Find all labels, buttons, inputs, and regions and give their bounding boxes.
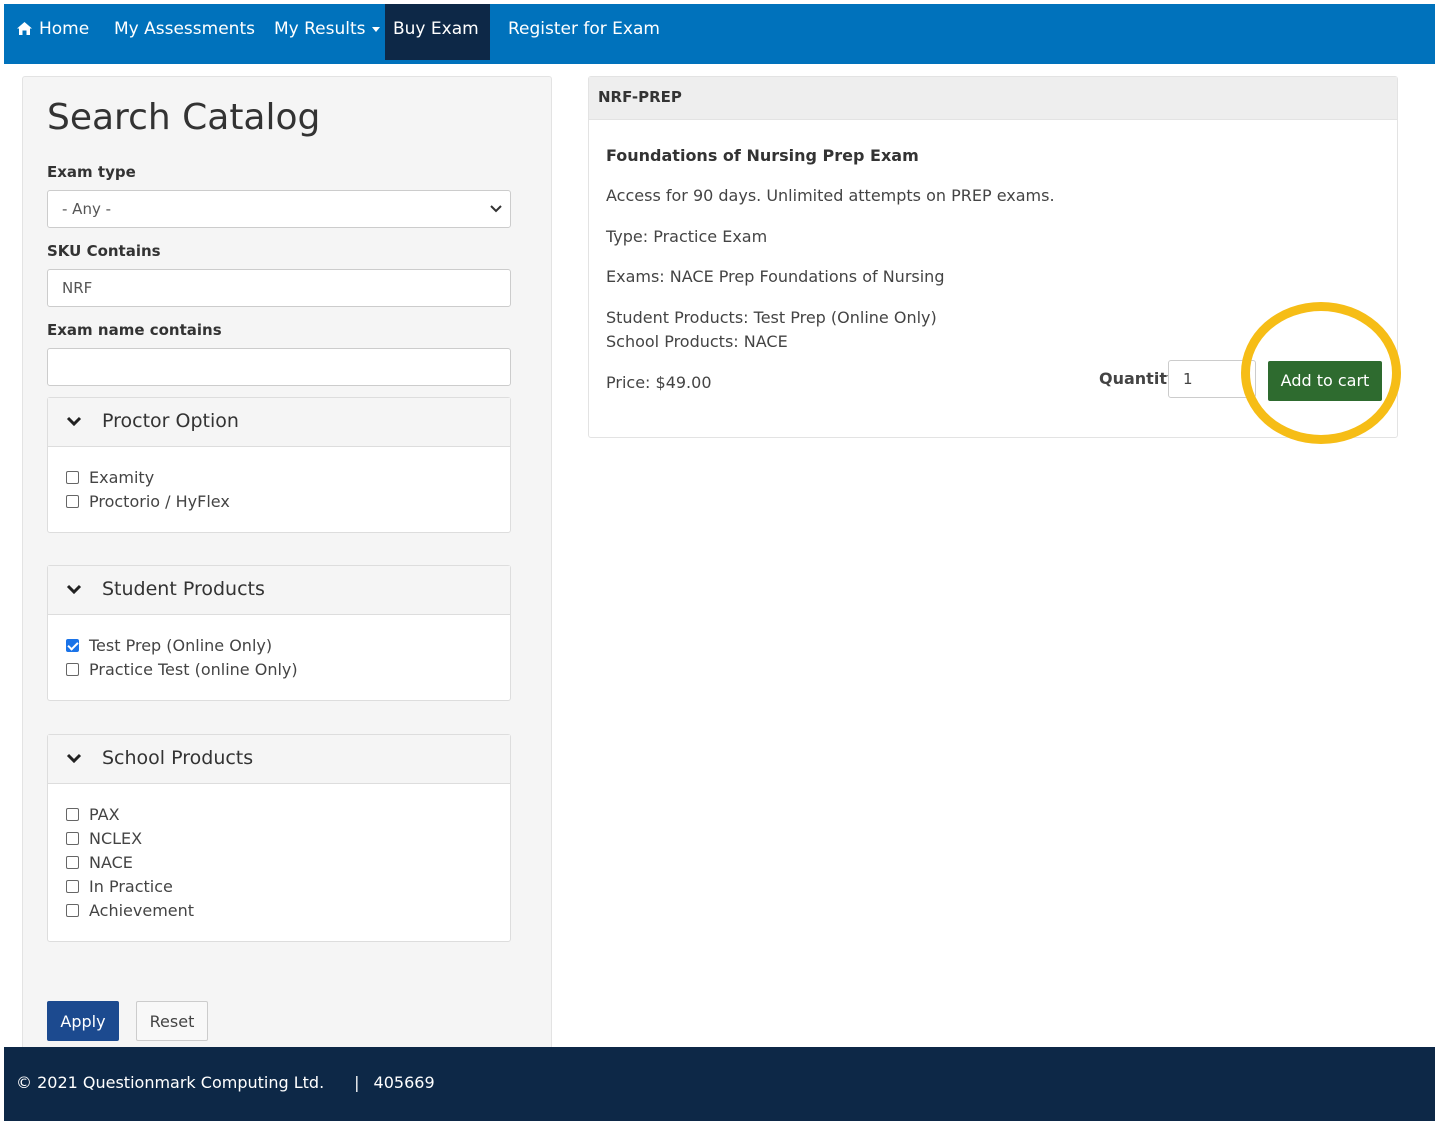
checkbox[interactable]: [66, 663, 79, 676]
exam-type-value: - Any -: [62, 200, 112, 218]
exam-name-label: Exam name contains: [47, 321, 222, 339]
search-catalog-panel: Search Catalog Exam type - Any - SKU Con…: [22, 76, 552, 1058]
footer-code: 405669: [373, 1073, 435, 1092]
option-label: Achievement: [89, 901, 195, 920]
option-test-prep[interactable]: Test Prep (Online Only): [66, 636, 272, 655]
product-student-products: Student Products: Test Prep (Online Only…: [606, 308, 937, 327]
nav-my-results[interactable]: My Results: [274, 4, 380, 60]
checkbox-checked[interactable]: [66, 639, 79, 652]
exam-name-input[interactable]: [47, 348, 511, 386]
student-products-title: Student Products: [102, 578, 265, 600]
top-navbar: Home My Assessments My Results Buy Exam …: [4, 4, 1435, 64]
product-sku: NRF-PREP: [598, 88, 682, 106]
nav-home-label: Home: [39, 19, 90, 39]
home-icon: [17, 22, 32, 35]
product-card-header: NRF-PREP: [589, 77, 1397, 120]
highlight-circle: [1241, 302, 1401, 444]
nav-register-exam[interactable]: Register for Exam: [508, 4, 660, 60]
footer-copyright: © 2021 Questionmark Computing Ltd.: [16, 1073, 325, 1092]
quantity-label: Quantity: [1099, 369, 1178, 388]
student-products-group: Student Products Test Prep (Online Only)…: [47, 565, 511, 701]
checkbox[interactable]: [66, 832, 79, 845]
proctor-option-group: Proctor Option Examity Proctorio / HyFle…: [47, 397, 511, 533]
product-type: Type: Practice Exam: [606, 227, 768, 246]
app-frame: Home My Assessments My Results Buy Exam …: [4, 4, 1435, 1121]
checkbox[interactable]: [66, 904, 79, 917]
option-nclex[interactable]: NCLEX: [66, 829, 142, 848]
product-name: Foundations of Nursing Prep Exam: [606, 146, 919, 165]
chevron-down-icon: [66, 416, 82, 426]
option-label: Examity: [89, 468, 155, 487]
nav-home[interactable]: Home: [16, 4, 89, 60]
product-exams: Exams: NACE Prep Foundations of Nursing: [606, 267, 945, 286]
option-pax[interactable]: PAX: [66, 805, 120, 824]
caret-down-icon: [371, 26, 380, 32]
chevron-down-icon: [66, 584, 82, 594]
chevron-down-icon: [490, 205, 502, 213]
option-label: NACE: [89, 853, 133, 872]
school-products-header[interactable]: School Products: [48, 735, 510, 784]
reset-button[interactable]: Reset: [136, 1001, 208, 1041]
sku-label: SKU Contains: [47, 242, 161, 260]
nav-my-assessments[interactable]: My Assessments: [114, 4, 255, 60]
option-achievement[interactable]: Achievement: [66, 901, 194, 920]
product-price: Price: $49.00: [606, 373, 712, 392]
checkbox[interactable]: [66, 808, 79, 821]
student-products-header[interactable]: Student Products: [48, 566, 510, 615]
option-nace[interactable]: NACE: [66, 853, 133, 872]
chevron-down-icon: [66, 753, 82, 763]
option-examity[interactable]: Examity: [66, 468, 154, 487]
option-label: PAX: [89, 805, 120, 824]
apply-button[interactable]: Apply: [47, 1001, 119, 1041]
footer: © 2021 Questionmark Computing Ltd. | 40566…: [4, 1047, 1435, 1121]
exam-type-select[interactable]: - Any -: [47, 190, 511, 228]
product-access: Access for 90 days. Unlimited attempts o…: [606, 186, 1055, 205]
page-title: Search Catalog: [47, 97, 321, 138]
option-label: In Practice: [89, 877, 173, 896]
school-products-title: School Products: [102, 747, 254, 769]
checkbox[interactable]: [66, 471, 79, 484]
footer-separator: |: [354, 1073, 360, 1092]
nav-buy-exam[interactable]: Buy Exam: [385, 4, 490, 60]
option-in-practice[interactable]: In Practice: [66, 877, 173, 896]
checkbox[interactable]: [66, 856, 79, 869]
checkbox[interactable]: [66, 495, 79, 508]
option-practice-test[interactable]: Practice Test (online Only): [66, 660, 298, 679]
exam-type-label: Exam type: [47, 163, 136, 181]
proctor-option-title: Proctor Option: [102, 410, 239, 432]
option-label: Test Prep (Online Only): [89, 636, 273, 655]
option-label: Practice Test (online Only): [89, 660, 298, 679]
option-label: NCLEX: [89, 829, 143, 848]
option-label: Proctorio / HyFlex: [89, 492, 230, 511]
product-school-products: School Products: NACE: [606, 332, 788, 351]
footer-text: © 2021 Questionmark Computing Ltd. | 40566…: [16, 1073, 435, 1092]
school-products-group: School Products PAX NCLEX NACE In Practi…: [47, 734, 511, 942]
proctor-option-header[interactable]: Proctor Option: [48, 398, 510, 447]
option-proctorio[interactable]: Proctorio / HyFlex: [66, 492, 230, 511]
sku-input[interactable]: NRF: [47, 269, 511, 307]
nav-my-results-label: My Results: [274, 19, 366, 39]
checkbox[interactable]: [66, 880, 79, 893]
